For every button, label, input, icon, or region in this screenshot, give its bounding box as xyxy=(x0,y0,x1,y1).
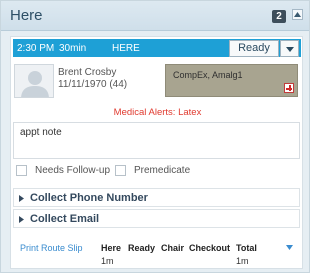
patient-name[interactable]: Brent Crosby xyxy=(58,67,116,78)
note-text: appt note xyxy=(20,127,62,138)
here-panel: Here 2 2:30 PM 30min HERE Ready Brent Cr… xyxy=(0,0,310,273)
caret-right-icon xyxy=(19,195,24,202)
procedure-text: CompEx, Amalg1 xyxy=(173,70,243,80)
print-route-slip-link[interactable]: Print Route Slip xyxy=(20,243,83,253)
appointment-duration: 30min xyxy=(59,43,87,54)
medical-alerts: Medical Alerts: Latex xyxy=(113,107,202,118)
checkbox[interactable] xyxy=(16,165,27,176)
panel-title: Here xyxy=(10,7,43,24)
appointment-note[interactable]: appt note xyxy=(13,122,300,159)
section-label: Collect Email xyxy=(30,213,100,225)
checkbox[interactable] xyxy=(115,165,126,176)
collect-email-section[interactable]: Collect Email xyxy=(13,209,300,228)
checkbox-label: Premedicate xyxy=(134,165,191,176)
procedure-box[interactable]: CompEx, Amalg1 xyxy=(165,64,298,97)
ready-dropdown-toggle[interactable] xyxy=(280,40,299,57)
collect-phone-number-section[interactable]: Collect Phone Number xyxy=(13,188,300,207)
timer-value-here: 1m xyxy=(101,256,114,266)
timer-header-chair: Chair xyxy=(161,243,185,253)
caret-right-icon xyxy=(19,216,24,223)
appointment-card[interactable]: 2:30 PM 30min HERE Ready Brent Crosby 11… xyxy=(10,36,303,269)
collapse-icon[interactable] xyxy=(292,9,303,20)
count-badge: 2 xyxy=(272,10,286,23)
chevron-down-icon xyxy=(286,47,294,52)
timer-header-checkout: Checkout xyxy=(189,243,231,253)
patient-dob-age: 11/11/1970 (44) xyxy=(58,79,128,90)
user-silhouette-icon xyxy=(15,65,53,97)
panel-header: Here 2 xyxy=(1,1,309,31)
section-label: Collect Phone Number xyxy=(30,192,148,204)
chevron-down-icon[interactable] xyxy=(286,245,293,250)
medical-plus-icon xyxy=(284,83,294,93)
card-footer: Print Route Slip Here 1m Ready Chair Che… xyxy=(11,237,304,267)
appointment-status: HERE xyxy=(112,43,140,54)
checkbox-label: Needs Follow-up xyxy=(35,165,111,176)
timer-value-total: 1m xyxy=(236,256,249,266)
appointment-time: 2:30 PM xyxy=(17,43,55,54)
timer-header-here: Here xyxy=(101,243,122,253)
timer-header-ready: Ready xyxy=(128,243,156,253)
timer-header-total: Total xyxy=(236,243,257,253)
ready-button[interactable]: Ready xyxy=(229,40,279,57)
avatar xyxy=(14,64,54,98)
